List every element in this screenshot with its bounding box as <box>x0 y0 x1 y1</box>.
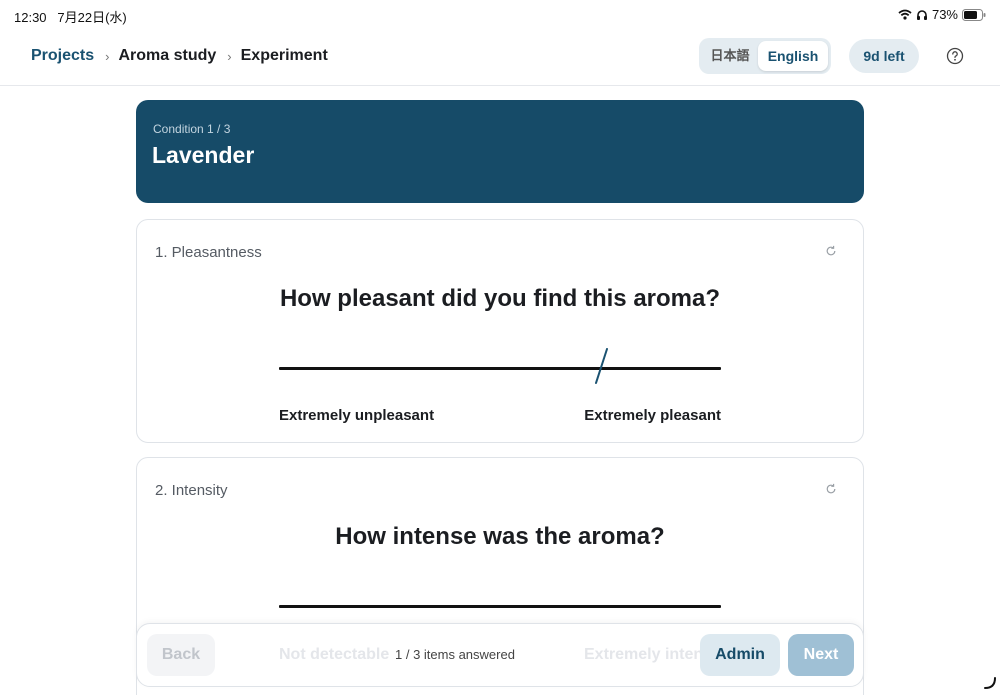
visual-analog-scale[interactable] <box>279 605 721 608</box>
response-mark[interactable] <box>592 348 612 386</box>
question-label: 1. Pleasantness <box>155 244 262 261</box>
status-bar: 12:30 7月22日(水) 73% <box>0 0 1000 28</box>
back-button[interactable]: Back <box>147 634 215 676</box>
scale-anchor-left-behind: Not detectable <box>279 646 390 663</box>
language-option-english[interactable]: English <box>758 41 828 71</box>
condition-counter: Condition 1 / 3 <box>153 122 231 136</box>
scale-anchor-left: Extremely unpleasant <box>279 407 435 424</box>
breadcrumb-projects-link[interactable]: Projects <box>31 47 94 65</box>
question-text: How pleasant did you find this aroma? <box>279 285 721 312</box>
deadline-badge: 9d left <box>849 39 919 73</box>
bottom-action-bar: Not detectable Extremely inten Back 1 / … <box>136 623 864 687</box>
refresh-icon[interactable] <box>825 483 837 495</box>
visual-analog-scale[interactable] <box>279 367 721 370</box>
scale-anchor-right-behind: Extremely inten <box>584 646 704 663</box>
help-circle-icon[interactable] <box>946 47 964 65</box>
breadcrumb-study[interactable]: Aroma study <box>118 47 216 65</box>
breadcrumb: Projects › Aroma study › Experiment <box>31 47 328 65</box>
breadcrumb-current-page: Experiment <box>240 47 328 64</box>
breadcrumb-separator: › <box>105 48 110 64</box>
battery-percent: 73% <box>931 7 958 22</box>
status-indicators: 73% <box>898 7 986 22</box>
question-text: How intense was the aroma? <box>335 523 665 550</box>
refresh-icon[interactable] <box>825 245 837 257</box>
next-button[interactable]: Next <box>788 634 854 676</box>
status-date: 7月22日(水) <box>57 10 127 25</box>
breadcrumb-separator: › <box>227 48 232 64</box>
condition-header: Condition 1 / 3 Lavender <box>136 100 864 203</box>
condition-name: Lavender <box>152 142 255 168</box>
question-card-pleasantness: 1. Pleasantness How pleasant did you fin… <box>136 219 864 443</box>
question-label: 2. Intensity <box>155 482 228 499</box>
resize-corner-icon <box>984 677 996 689</box>
progress-text: 1 / 3 items answered <box>395 647 515 662</box>
status-clock: 12:30 <box>14 10 47 25</box>
scale-anchor-right: Extremely pleasant <box>584 407 721 424</box>
language-option-japanese[interactable]: 日本語 <box>702 41 758 71</box>
wifi-icon <box>898 9 912 20</box>
battery-icon <box>962 8 986 21</box>
headphones-icon <box>916 9 927 20</box>
status-time: 12:30 7月22日(水) <box>14 7 127 26</box>
nav-bar: Projects › Aroma study › Experiment 日本語 … <box>0 28 1000 86</box>
language-toggle: 日本語 English <box>699 38 831 74</box>
admin-button[interactable]: Admin <box>700 634 780 676</box>
